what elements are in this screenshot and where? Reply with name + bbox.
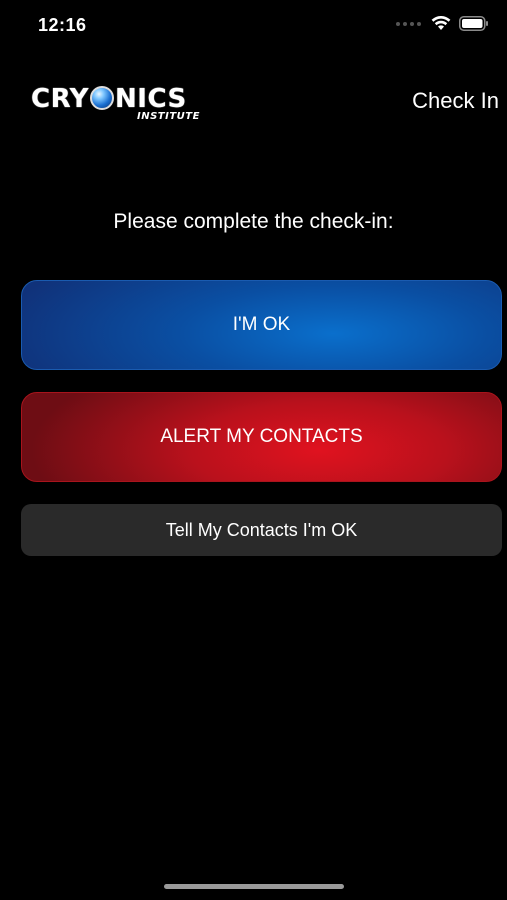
status-icons: [396, 16, 489, 31]
tell-my-contacts-ok-button[interactable]: Tell My Contacts I'm OK: [21, 504, 502, 556]
screen: 12:16 CRY NICS INSTITUTE Check In Please…: [0, 0, 507, 900]
header: CRY NICS INSTITUTE Check In: [0, 78, 507, 128]
check-in-prompt: Please complete the check-in:: [113, 210, 394, 233]
alert-my-contacts-button[interactable]: ALERT MY CONTACTS: [21, 392, 502, 482]
im-ok-label: I'M OK: [232, 314, 291, 335]
logo-wordmark: CRY NICS: [31, 84, 187, 114]
wifi-icon: [431, 16, 451, 31]
tell-my-contacts-ok-label: Tell My Contacts I'm OK: [165, 519, 358, 540]
status-bar: 12:16: [0, 0, 507, 50]
alert-my-contacts-label: ALERT MY CONTACTS: [160, 426, 363, 447]
cellular-signal-icon: [396, 21, 421, 26]
logo-subtitle: INSTITUTE: [137, 111, 200, 122]
status-time: 12:16: [38, 15, 87, 35]
page-title: Check In: [412, 88, 499, 113]
cryonics-institute-logo: CRY NICS INSTITUTE: [31, 84, 226, 124]
im-ok-button[interactable]: I'M OK: [21, 280, 502, 370]
home-indicator[interactable]: [164, 884, 344, 889]
logo-globe-icon: [90, 86, 115, 110]
battery-icon: [459, 16, 489, 31]
